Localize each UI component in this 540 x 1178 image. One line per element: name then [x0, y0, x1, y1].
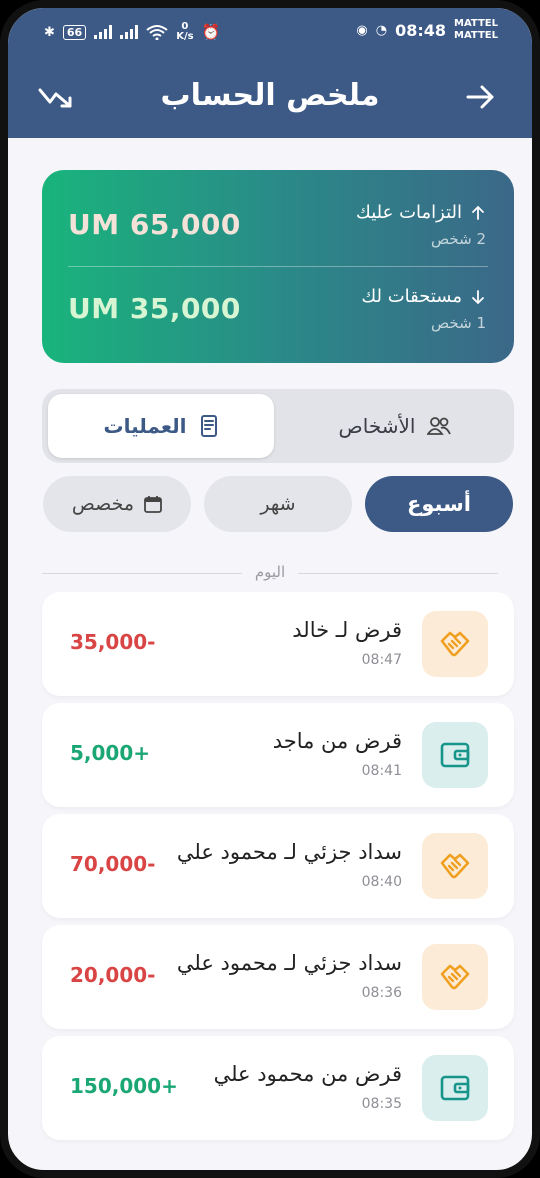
- obligations-count: 2 شخص: [431, 230, 486, 248]
- transaction-amount: 70,000-: [70, 852, 156, 876]
- obligations-row[interactable]: التزامات عليك 2 شخص UM 65,000: [42, 170, 514, 260]
- trend-down-icon: [38, 88, 72, 108]
- receivables-count: 1 شخص: [431, 314, 486, 332]
- receipt-icon: [200, 415, 217, 437]
- gauge-icon: ◔: [375, 22, 388, 38]
- transaction-amount: 5,000+: [70, 741, 151, 765]
- status-left: ✱ 66 0 K/s ⏰: [44, 22, 220, 42]
- status-time: 08:48: [395, 20, 446, 40]
- bluetooth-icon: ✱: [44, 24, 55, 40]
- arrow-down-icon: [472, 289, 484, 304]
- signal-icon: [94, 25, 113, 39]
- transaction-title: قرض من محمود علي: [213, 1062, 402, 1086]
- tab-people[interactable]: الأشخاص: [282, 394, 508, 458]
- transaction-type-icon: [422, 722, 488, 788]
- receivables-row[interactable]: مستحقات لك 1 شخص UM 35,000: [42, 266, 514, 356]
- receivables-label: مستحقات لك: [361, 286, 486, 307]
- transaction-title: سداد جزئي لـ محمود علي: [176, 951, 402, 975]
- transaction-time: 08:35: [361, 1096, 402, 1112]
- transaction-title: قرض من ماجد: [272, 729, 402, 753]
- transaction-type-icon: [422, 944, 488, 1010]
- transaction-row[interactable]: قرض لـ خالد 08:47 35,000-: [42, 592, 514, 696]
- obligations-amount: UM 65,000: [68, 208, 241, 241]
- transaction-row[interactable]: سداد جزئي لـ محمود علي 08:40 70,000-: [42, 814, 514, 918]
- transaction-type-icon: [422, 1055, 488, 1121]
- wifi-icon: [146, 25, 168, 40]
- section-separator: اليوم: [42, 563, 498, 583]
- period-week-chip[interactable]: أسبوع: [365, 476, 513, 532]
- separator-line-right: [298, 573, 498, 574]
- transaction-row[interactable]: سداد جزئي لـ محمود علي 08:36 20,000-: [42, 925, 514, 1029]
- section-label: اليوم: [254, 563, 286, 581]
- transaction-time: 08:47: [361, 652, 402, 668]
- status-bar: ✱ 66 0 K/s ⏰ ◉ ◔ 08:48 MATTEL MATTEL: [8, 18, 532, 48]
- handshake-icon: [440, 964, 470, 990]
- transaction-amount: 35,000-: [70, 630, 156, 654]
- handshake-icon: [440, 631, 470, 657]
- transaction-amount: 20,000-: [70, 963, 156, 987]
- arrow-up-icon: [472, 205, 484, 220]
- carrier-names: MATTEL MATTEL: [454, 18, 498, 41]
- signal-icon-2: [120, 25, 139, 39]
- notification-badge: 66: [62, 24, 87, 40]
- transaction-type-icon: [422, 611, 488, 677]
- transaction-amount: 150,000+: [70, 1074, 178, 1098]
- transaction-title: قرض لـ خالد: [292, 618, 402, 642]
- receivables-amount: UM 35,000: [68, 292, 241, 325]
- net-speed: 0 K/s: [176, 21, 194, 42]
- status-right: ◉ ◔ 08:48 MATTEL MATTEL: [356, 18, 498, 42]
- transaction-time: 08:41: [361, 763, 402, 779]
- back-button[interactable]: [464, 80, 498, 114]
- period-custom-chip[interactable]: مخصص: [43, 476, 191, 532]
- trend-button[interactable]: [36, 80, 74, 114]
- wallet-icon: [440, 1075, 470, 1101]
- people-icon: [427, 417, 452, 435]
- alarm-icon: ⏰: [201, 23, 221, 41]
- transaction-title: سداد جزئي لـ محمود علي: [176, 840, 402, 864]
- transaction-type-icon: [422, 833, 488, 899]
- transaction-time: 08:40: [361, 874, 402, 890]
- tab-operations[interactable]: العمليات: [48, 394, 274, 458]
- transaction-time: 08:36: [361, 985, 402, 1001]
- transaction-row[interactable]: قرض من محمود علي 08:35 150,000+: [42, 1036, 514, 1140]
- calendar-icon: [144, 496, 163, 513]
- obligations-label: التزامات عليك: [356, 202, 486, 223]
- period-month-chip[interactable]: شهر: [204, 476, 352, 532]
- app-bar: ✱ 66 0 K/s ⏰ ◉ ◔ 08:48 MATTEL MATTEL ملخ…: [8, 8, 532, 138]
- page-title: ملخص الحساب: [160, 78, 380, 113]
- camera-icon: ◉: [356, 22, 368, 38]
- wallet-icon: [440, 742, 470, 768]
- arrow-right-icon: [466, 85, 494, 109]
- handshake-icon: [440, 853, 470, 879]
- view-toggle: الأشخاص العمليات: [42, 389, 514, 463]
- phone-screen: ✱ 66 0 K/s ⏰ ◉ ◔ 08:48 MATTEL MATTEL ملخ…: [0, 0, 540, 1178]
- transaction-row[interactable]: قرض من ماجد 08:41 5,000+: [42, 703, 514, 807]
- balance-summary-card: التزامات عليك 2 شخص UM 65,000 مستحقات لك…: [42, 170, 514, 363]
